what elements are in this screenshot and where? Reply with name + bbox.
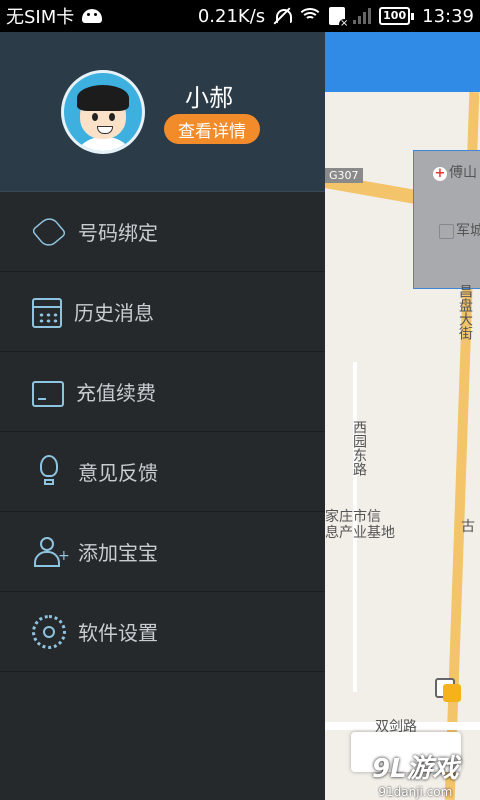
- drawer-menu: 号码绑定 历史消息 充值续费 意见反馈 + 添加宝宝 软件设置: [0, 192, 325, 672]
- hospital-label[interactable]: + 傅山: [433, 162, 477, 182]
- watermark: 9L游戏 91danji.com: [372, 748, 459, 799]
- menu-item-recharge[interactable]: 充值续费: [0, 352, 325, 432]
- network-speed: 0.21K/s: [197, 5, 266, 27]
- map-header-bar: [325, 32, 480, 92]
- menu-item-feedback[interactable]: 意见反馈: [0, 432, 325, 512]
- watermark-logo: 9L游戏: [372, 754, 459, 784]
- menu-item-label: 意见反馈: [78, 461, 158, 485]
- lightbulb-icon: [32, 454, 66, 489]
- wallet-icon: [32, 380, 64, 407]
- changpan-street-label: 昌盘大街: [457, 284, 473, 340]
- user-name: 小郝: [185, 84, 233, 112]
- menu-item-label: 充值续费: [76, 381, 156, 405]
- menu-item-history-messages[interactable]: 历史消息: [0, 272, 325, 352]
- hospital-icon: +: [433, 166, 447, 181]
- add-user-icon: +: [32, 535, 70, 569]
- menu-item-label: 添加宝宝: [78, 541, 158, 565]
- carrier-text: 无SIM卡: [6, 7, 75, 28]
- menu-item-add-baby[interactable]: + 添加宝宝: [0, 512, 325, 592]
- menu-item-label: 号码绑定: [78, 221, 158, 245]
- battery-icon: 100: [379, 7, 415, 25]
- menu-item-bind-number[interactable]: 号码绑定: [0, 192, 325, 272]
- no-sim-icon: [329, 7, 350, 29]
- menu-item-label: 历史消息: [74, 301, 154, 325]
- base-label-2: 息产业基地: [325, 525, 395, 541]
- gear-icon: [32, 614, 66, 649]
- wifi-icon: [299, 8, 322, 24]
- profile-header: 小郝 查看详情: [0, 32, 325, 192]
- clock: 13:39: [422, 5, 474, 27]
- status-bar: 无SIM卡 0.21K/s 100 13:39: [0, 0, 480, 32]
- watermark-domain: 91danji.com: [378, 785, 453, 799]
- military-label[interactable]: 军城: [439, 220, 480, 240]
- calendar-icon: [32, 297, 62, 328]
- navigation-drawer: 小郝 查看详情 号码绑定 历史消息 充值续费 意见反馈 + 添加宝宝 软件设置: [0, 32, 325, 800]
- phone-icon: [31, 213, 67, 250]
- landmark-icon: [439, 223, 454, 239]
- avatar[interactable]: [61, 70, 145, 154]
- mute-icon: [273, 7, 293, 25]
- location-marker[interactable]: [443, 684, 461, 702]
- signal-icon: [353, 8, 372, 24]
- view-details-button[interactable]: 查看详情: [164, 114, 260, 144]
- battery-level: 100: [379, 7, 411, 25]
- highway-badge: G307: [325, 168, 363, 183]
- map-view[interactable]: G307 + 傅山 军城 昌盘大街 西园东路 家庄市信 息产业基地 古 双剑路: [325, 32, 480, 800]
- android-icon: [82, 9, 103, 23]
- menu-item-settings[interactable]: 软件设置: [0, 592, 325, 672]
- menu-item-label: 软件设置: [78, 621, 158, 645]
- gu-label: 古: [461, 519, 475, 535]
- xiyuan-road-label: 西园东路: [351, 420, 367, 476]
